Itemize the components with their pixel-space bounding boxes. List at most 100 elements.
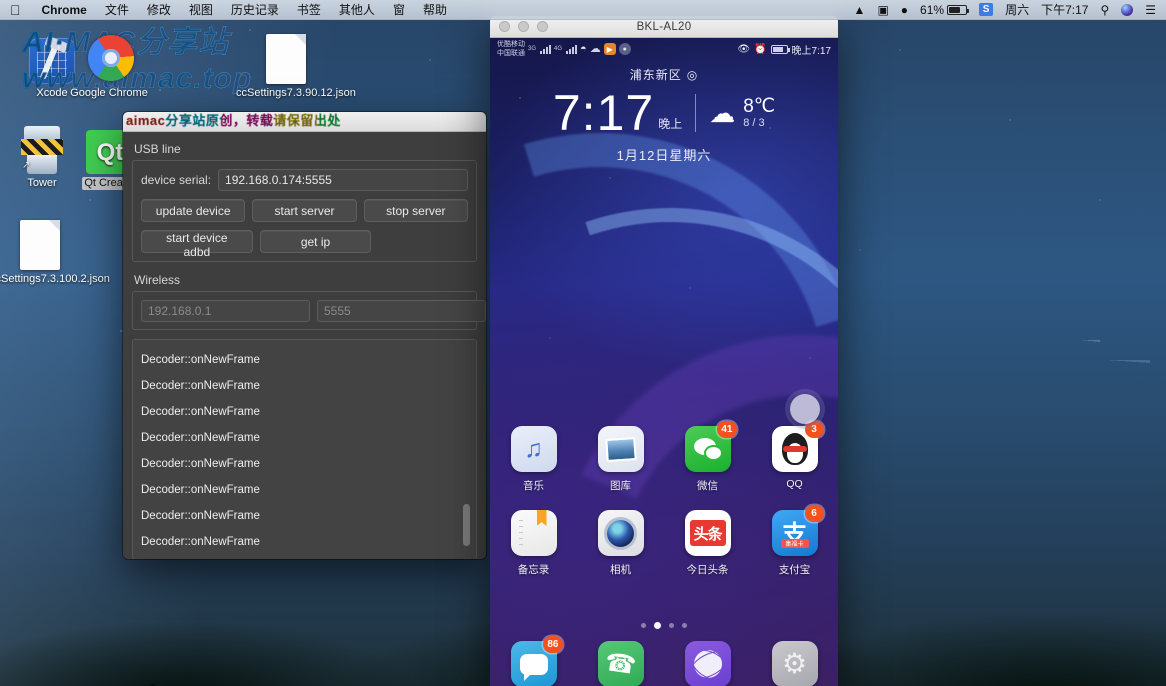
app-icon-dialer[interactable]: ☎ 拨号 — [577, 641, 664, 686]
log-scrollbar-thumb[interactable] — [463, 504, 470, 546]
notification-center-icon[interactable]: ☰ — [1139, 3, 1166, 17]
menu-bar-day: 周六 — [1005, 3, 1030, 17]
app-icon-browser[interactable]: 浏览器 — [664, 641, 751, 686]
get-ip-button[interactable]: get ip — [259, 230, 372, 253]
app-icon-gallery[interactable]: 图库 — [577, 426, 664, 493]
input-source-icon[interactable]: ▣ — [871, 3, 894, 17]
app-label: 今日头条 — [686, 564, 729, 576]
app-window-body: USB line device serial: update device st… — [123, 132, 486, 559]
page-dot-active[interactable] — [654, 622, 661, 629]
app-icon-music[interactable]: ♫ 音乐 — [490, 426, 577, 493]
log-output-panel[interactable]: Decoder::onNewFrame Decoder::onNewFrame … — [132, 339, 477, 559]
log-scrollbar-track[interactable] — [463, 343, 473, 556]
phone-status-time: 晚上7:17 — [791, 45, 831, 57]
badge-count: 86 — [543, 636, 563, 653]
wireless-port-input[interactable] — [317, 299, 486, 322]
vlc-cone-icon[interactable]: ▲ — [848, 3, 872, 17]
carrier-line-2: 中国联通 — [497, 50, 525, 57]
page-dot[interactable] — [669, 623, 674, 628]
update-device-button[interactable]: update device — [141, 199, 246, 222]
desktop-icon-ccsettings-7-3-100[interactable]: ccSettings7.3.100.2.json — [0, 218, 110, 286]
signal-bars-1-icon — [540, 44, 552, 54]
json-file-icon — [0, 218, 90, 270]
menu-bar-clock[interactable]: 下午7:17 — [1035, 1, 1094, 18]
shield-icon: ● — [618, 43, 631, 55]
menu-item-people[interactable]: 其他人 — [330, 0, 384, 20]
app-label: 支付宝 — [778, 564, 811, 576]
location-label: 浦东新区 — [629, 68, 682, 82]
page-dot[interactable] — [682, 623, 687, 628]
app-row-2: 备忘录 相机 头条 今日头条 支集福卡 6 支付宝 — [490, 505, 838, 577]
log-line: Decoder::onNewFrame — [141, 510, 260, 522]
chrome-logo-watermark-icon — [88, 35, 134, 81]
toutiao-icon: 头条 — [684, 510, 731, 556]
menu-item-help[interactable]: 帮助 — [414, 0, 456, 20]
app-label: 音乐 — [523, 480, 544, 492]
app-icon-messages[interactable]: 86 信息 — [490, 636, 577, 686]
phone-mirror-window[interactable]: BKL-AL20 优酷移动 中国联通 3G 4G ◓ ☁ ▶ ● 👁 ⏰ 晚上7… — [490, 16, 838, 686]
log-line: Decoder::onNewFrame — [141, 380, 260, 392]
widget-date: 1月12日星期六 — [616, 148, 712, 163]
stop-server-button[interactable]: stop server — [363, 199, 468, 222]
log-line: Decoder::onNewFrame — [141, 458, 260, 470]
menu-item-window[interactable]: 窗 — [384, 0, 414, 20]
page-dot[interactable] — [641, 623, 646, 628]
alias-arrow-icon: ↗ — [22, 160, 31, 171]
app-icon-wechat[interactable]: 41 微信 — [664, 421, 751, 493]
app-icon-qq[interactable]: 3 QQ — [751, 421, 838, 493]
messages-icon: 86 — [510, 636, 563, 686]
wireless-row: wireless connect — [141, 299, 486, 322]
mac-menu-bar:  Chrome 文件 修改 视图 历史记录 书签 其他人 窗 帮助 ▲ ▣ ●… — [0, 0, 1166, 20]
widget-clock-ampm: 晚上 — [658, 117, 683, 131]
log-line: Decoder::onNewFrame — [141, 484, 260, 496]
phone-status-bar: 优酷移动 中国联通 3G 4G ◓ ☁ ▶ ● 👁 ⏰ 晚上7:17 — [490, 38, 838, 60]
device-serial-row: device serial: — [141, 169, 468, 191]
menu-item-view[interactable]: 视图 — [180, 0, 222, 20]
qq-icon: 3 — [771, 421, 824, 472]
log-line: Decoder::onNewFrame — [141, 354, 260, 366]
log-line: Decoder::onNewFrame — [141, 406, 260, 418]
clock-row: 7:17 晚上 ☁ 8℃ 8 / 3 — [490, 87, 838, 139]
alipay-icon: 支集福卡 6 — [771, 505, 824, 556]
siri-icon[interactable] — [1115, 3, 1139, 16]
carrier-line-1: 优酷移动 — [497, 41, 525, 48]
battery-percent-label: 61% — [920, 2, 945, 17]
widget-clock-time: 7:17 — [552, 85, 655, 141]
app-icon-camera[interactable]: 相机 — [577, 510, 664, 577]
network-type-2-label: 4G — [554, 46, 563, 52]
sogou-input-icon[interactable]: S — [973, 3, 999, 16]
desktop-icon-label: ccSettings7.3.100.2.json — [0, 273, 110, 285]
apple-logo-icon[interactable]:  — [10, 3, 21, 17]
home-page-indicator[interactable] — [490, 622, 838, 629]
wifi-icon[interactable]: ● — [895, 3, 914, 17]
clock-weather-widget[interactable]: 浦东新区 ◎ 7:17 晚上 ☁ 8℃ 8 / 3 1月12日星期六 — [490, 66, 838, 164]
cloud-sync-icon: ☁ — [589, 43, 601, 55]
wireless-section-label: Wireless — [134, 273, 181, 287]
start-device-adbd-button[interactable]: start device adbd — [141, 230, 253, 259]
wireless-ip-input[interactable] — [141, 299, 310, 322]
app-icon-alipay[interactable]: 支集福卡 6 支付宝 — [751, 505, 838, 577]
menu-item-file[interactable]: 文件 — [96, 0, 138, 20]
search-icon[interactable]: ⚲ — [1094, 3, 1115, 17]
menu-item-chrome[interactable]: Chrome — [33, 0, 96, 20]
menu-item-bookmarks[interactable]: 书签 — [288, 0, 330, 20]
carrier-label: 优酷移动 中国联通 — [497, 40, 525, 58]
watermark-caption: aimac分享站原创，转载请保留出处 — [126, 112, 366, 129]
start-server-button[interactable]: start server — [252, 199, 357, 222]
menu-item-history[interactable]: 历史记录 — [222, 0, 288, 20]
widget-temp-range: 8 / 3 — [743, 117, 765, 129]
adb-tool-window[interactable]: USB line device serial: update device st… — [123, 112, 486, 559]
assistive-touch-ball[interactable] — [790, 394, 820, 424]
network-type-1-label: 3G — [528, 46, 537, 52]
badge-count: 6 — [804, 505, 824, 522]
app-icon-toutiao[interactable]: 头条 今日头条 — [664, 510, 751, 577]
app-icon-notes[interactable]: 备忘录 — [490, 510, 577, 577]
menu-item-edit[interactable]: 修改 — [138, 0, 180, 20]
device-serial-input[interactable] — [218, 169, 468, 191]
battery-icon — [770, 44, 790, 54]
phone-screen[interactable]: 优酷移动 中国联通 3G 4G ◓ ☁ ▶ ● 👁 ⏰ 晚上7:17 浦东新区 … — [490, 38, 838, 686]
app-icon-settings[interactable]: ⚙ 设置 — [751, 641, 838, 686]
battery-status[interactable]: 61% — [914, 3, 973, 17]
widget-divider — [695, 94, 697, 132]
play-store-icon: ▶ — [603, 43, 616, 55]
